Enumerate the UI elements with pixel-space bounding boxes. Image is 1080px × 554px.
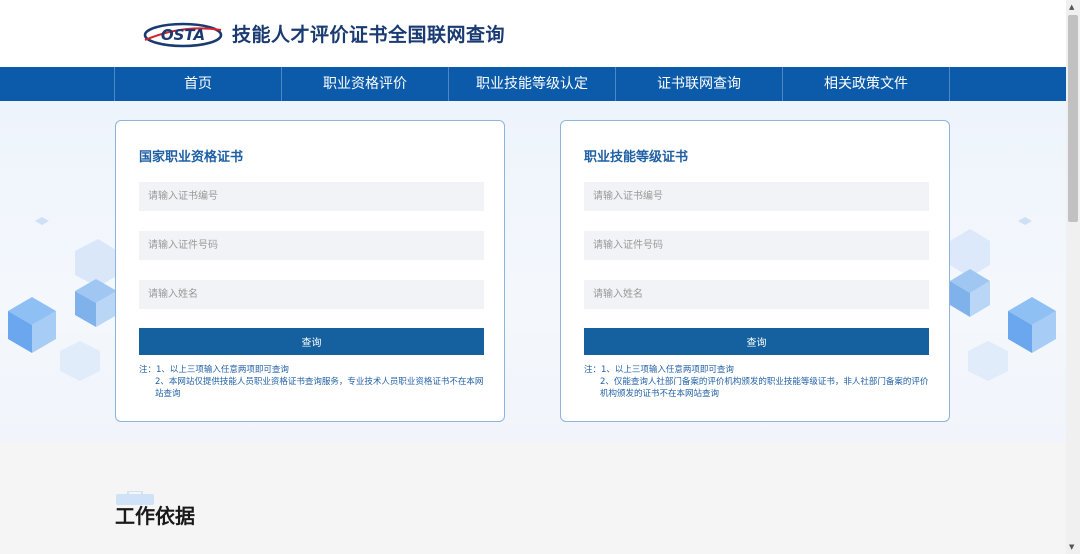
certificate-number-input[interactable] (584, 182, 929, 211)
id-number-input[interactable] (139, 231, 484, 260)
nav-item-home[interactable]: 首页 (115, 67, 282, 101)
name-input[interactable] (584, 280, 929, 309)
cube-decoration-right-icon (950, 217, 1056, 381)
site-header: OSTA 技能人才评价证书全国联网查询 (0, 0, 1066, 67)
skill-level-certificate-card: 职业技能等级证书 查询 注：1、以上三项输入任意两项即可查询 2、仅能查询人社部… (560, 120, 950, 422)
nav-list: 首页 职业资格评价 职业技能等级认定 证书联网查询 相关政策文件 (114, 67, 950, 101)
name-input[interactable] (139, 280, 484, 309)
national-qualification-card: 国家职业资格证书 查询 注：1、以上三项输入任意两项即可查询 2、本网站仅提供技… (115, 120, 505, 422)
note-line-2: 2、仅能查询人社部门备案的评价机构颁发的职业技能等级证书，非人社部门备案的评价机… (600, 377, 929, 399)
nav-item-qualification-evaluation[interactable]: 职业资格评价 (282, 67, 449, 101)
note-line-1: 注：1、以上三项输入任意两项即可查询 (139, 365, 289, 375)
scroll-up-arrow-icon[interactable]: ▲ (1069, 3, 1074, 11)
query-note: 注：1、以上三项输入任意两项即可查询 2、本网站仅提供技能人员职业资格证书查询服… (139, 364, 489, 400)
card-title: 职业技能等级证书 (584, 150, 689, 165)
query-button[interactable]: 查询 (584, 328, 929, 355)
osta-logo-icon[interactable]: OSTA (143, 18, 223, 50)
query-button[interactable]: 查询 (139, 328, 484, 355)
page-scrollbar[interactable]: ▲ ▼ (1066, 0, 1080, 554)
scroll-down-arrow-icon[interactable]: ▼ (1069, 543, 1074, 551)
query-note: 注：1、以上三项输入任意两项即可查询 2、仅能查询人社部门备案的评价机构颁发的职… (584, 364, 934, 400)
section-title: 工作依据 (115, 504, 195, 528)
query-hero: 国家职业资格证书 查询 注：1、以上三项输入任意两项即可查询 2、本网站仅提供技… (0, 101, 1066, 443)
site-title[interactable]: 技能人才评价证书全国联网查询 (232, 20, 505, 47)
main-nav: 首页 职业资格评价 职业技能等级认定 证书联网查询 相关政策文件 (0, 67, 1066, 101)
logo-text: OSTA (161, 26, 205, 44)
note-line-1: 注：1、以上三项输入任意两项即可查询 (584, 365, 734, 375)
id-number-input[interactable] (584, 231, 929, 260)
nav-item-certificate-query[interactable]: 证书联网查询 (616, 67, 783, 101)
nav-item-skill-level-certification[interactable]: 职业技能等级认定 (449, 67, 616, 101)
certificate-number-input[interactable] (139, 182, 484, 211)
cube-decoration-left-icon (8, 217, 115, 381)
work-basis-section: 工作依据 (0, 443, 1066, 554)
scroll-thumb[interactable] (1068, 15, 1078, 222)
note-line-2: 2、本网站仅提供技能人员职业资格证书查询服务，专业技术人员职业资格证书不在本网站… (155, 377, 484, 399)
card-title: 国家职业资格证书 (139, 150, 244, 165)
nav-item-policy-documents[interactable]: 相关政策文件 (783, 67, 950, 101)
